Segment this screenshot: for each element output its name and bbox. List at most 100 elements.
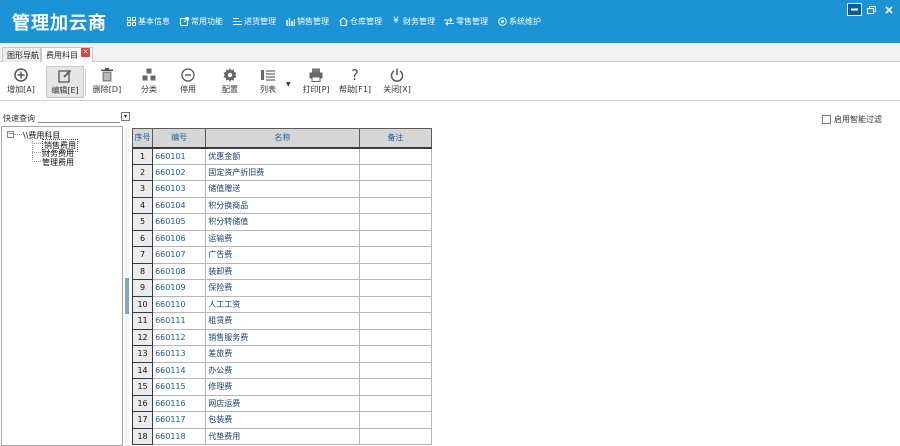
name-cell[interactable]: 办公费 xyxy=(205,361,360,379)
remark-cell[interactable] xyxy=(358,295,433,313)
row-number-cell[interactable]: 11 xyxy=(131,312,154,330)
help-button[interactable]: ? 帮助[F1] xyxy=(337,66,373,98)
remark-cell[interactable] xyxy=(358,196,433,214)
tree-item-admin-expense[interactable]: 管理费用 xyxy=(42,157,74,168)
name-cell[interactable]: 储值赠送 xyxy=(205,180,360,198)
name-cell[interactable]: 代垫费用 xyxy=(205,427,360,445)
code-cell[interactable]: 660102 xyxy=(152,163,207,181)
code-cell[interactable]: 660111 xyxy=(152,312,207,330)
row-number-cell[interactable]: 15 xyxy=(131,378,154,396)
menu-retail[interactable]: 零售管理 xyxy=(444,16,488,27)
remark-cell[interactable] xyxy=(358,213,433,231)
quick-search-dropdown-icon[interactable]: ▾ xyxy=(121,112,130,121)
disable-button[interactable]: 停用 xyxy=(170,66,206,98)
tree-collapse-icon[interactable]: − xyxy=(7,131,14,138)
row-number-cell[interactable]: 8 xyxy=(131,262,154,280)
add-button[interactable]: 增加[A] xyxy=(3,66,39,98)
table-row[interactable]: 9 660109 保险费 xyxy=(131,279,433,297)
row-number-cell[interactable]: 16 xyxy=(131,394,154,412)
name-cell[interactable]: 网店运费 xyxy=(205,394,360,412)
table-row[interactable]: 2 660102 固定资产折旧费 xyxy=(131,163,433,181)
code-cell[interactable]: 660104 xyxy=(152,196,207,214)
table-row[interactable]: 7 660107 广告费 xyxy=(131,246,433,264)
menu-common-functions[interactable]: 常用功能 xyxy=(179,16,223,27)
remark-cell[interactable] xyxy=(358,411,433,429)
table-row[interactable]: 3 660103 储值赠送 xyxy=(131,180,433,198)
table-row[interactable]: 10 660110 人工工资 xyxy=(131,295,433,313)
table-row[interactable]: 4 660104 积分换商品 xyxy=(131,196,433,214)
code-cell[interactable]: 660110 xyxy=(152,295,207,313)
tab-close-icon[interactable]: ✕ xyxy=(81,48,90,57)
edit-button[interactable]: 编辑[E] xyxy=(46,66,84,98)
table-row[interactable]: 12 660112 销售服务费 xyxy=(131,328,433,346)
name-cell[interactable]: 运输费 xyxy=(205,229,360,247)
splitter-grip[interactable] xyxy=(125,278,129,314)
code-cell[interactable]: 660117 xyxy=(152,411,207,429)
column-header-code[interactable]: 编号 xyxy=(152,128,207,149)
name-cell[interactable]: 包装费 xyxy=(205,411,360,429)
row-number-cell[interactable]: 2 xyxy=(131,163,154,181)
table-row[interactable]: 8 660108 装卸费 xyxy=(131,262,433,280)
tab-graphic-navigation[interactable]: 图形导航 xyxy=(2,47,41,62)
remark-cell[interactable] xyxy=(358,163,433,181)
code-cell[interactable]: 660108 xyxy=(152,262,207,280)
name-cell[interactable]: 差旅费 xyxy=(205,345,360,363)
table-row[interactable]: 16 660116 网店运费 xyxy=(131,394,433,412)
table-row[interactable]: 5 660105 积分转储值 xyxy=(131,213,433,231)
code-cell[interactable]: 660103 xyxy=(152,180,207,198)
row-number-cell[interactable]: 6 xyxy=(131,229,154,247)
menu-basic-info[interactable]: 基本信息 xyxy=(126,16,170,27)
code-cell[interactable]: 660101 xyxy=(152,147,207,165)
row-number-cell[interactable]: 14 xyxy=(131,361,154,379)
column-header-name[interactable]: 名称 xyxy=(205,128,360,149)
table-row[interactable]: 17 660117 包装费 xyxy=(131,411,433,429)
code-cell[interactable]: 660107 xyxy=(152,246,207,264)
table-row[interactable]: 1 660101 优惠金额 xyxy=(131,147,433,165)
code-cell[interactable]: 660106 xyxy=(152,229,207,247)
row-number-cell[interactable]: 9 xyxy=(131,279,154,297)
column-header-no[interactable]: 序号 xyxy=(131,128,154,149)
name-cell[interactable]: 积分换商品 xyxy=(205,196,360,214)
table-row[interactable]: 14 660114 办公费 xyxy=(131,361,433,379)
remark-cell[interactable] xyxy=(358,345,433,363)
code-cell[interactable]: 660112 xyxy=(152,328,207,346)
code-cell[interactable]: 660114 xyxy=(152,361,207,379)
table-row[interactable]: 18 660118 代垫费用 xyxy=(131,427,433,445)
row-number-cell[interactable]: 4 xyxy=(131,196,154,214)
row-number-cell[interactable]: 7 xyxy=(131,246,154,264)
list-view-button[interactable]: 列表 xyxy=(250,66,286,98)
menu-sales[interactable]: 销售管理 xyxy=(285,16,329,27)
minimize-button[interactable] xyxy=(847,3,862,16)
code-cell[interactable]: 660118 xyxy=(152,427,207,445)
smart-filter-checkbox[interactable] xyxy=(822,115,831,124)
print-button[interactable]: 打印[P] xyxy=(298,66,334,98)
row-number-cell[interactable]: 10 xyxy=(131,295,154,313)
name-cell[interactable]: 广告费 xyxy=(205,246,360,264)
remark-cell[interactable] xyxy=(358,312,433,330)
remark-cell[interactable] xyxy=(358,229,433,247)
panel-splitter[interactable] xyxy=(125,126,129,446)
name-cell[interactable]: 修理费 xyxy=(205,378,360,396)
code-cell[interactable]: 660116 xyxy=(152,394,207,412)
name-cell[interactable]: 租赁费 xyxy=(205,312,360,330)
name-cell[interactable]: 装卸费 xyxy=(205,262,360,280)
column-header-remark[interactable]: 备注 xyxy=(358,128,433,149)
config-button[interactable]: 配置 xyxy=(212,66,248,98)
row-number-cell[interactable]: 1 xyxy=(131,147,154,165)
name-cell[interactable]: 优惠金额 xyxy=(205,147,360,165)
row-number-cell[interactable]: 17 xyxy=(131,411,154,429)
menu-purchase[interactable]: 进货管理 xyxy=(232,16,276,27)
row-number-cell[interactable]: 12 xyxy=(131,328,154,346)
remark-cell[interactable] xyxy=(358,262,433,280)
code-cell[interactable]: 660115 xyxy=(152,378,207,396)
table-row[interactable]: 15 660115 修理费 xyxy=(131,378,433,396)
code-cell[interactable]: 660105 xyxy=(152,213,207,231)
row-number-cell[interactable]: 3 xyxy=(131,180,154,198)
smart-filter-toggle[interactable]: 启用智能过滤 xyxy=(822,114,882,125)
code-cell[interactable]: 660113 xyxy=(152,345,207,363)
list-dropdown-arrow-icon[interactable]: ▼ xyxy=(286,81,291,88)
category-button[interactable]: 分类 xyxy=(131,66,167,98)
name-cell[interactable]: 固定资产折旧费 xyxy=(205,163,360,181)
name-cell[interactable]: 人工工资 xyxy=(205,295,360,313)
menu-finance[interactable]: ¥ 财务管理 xyxy=(391,16,435,27)
